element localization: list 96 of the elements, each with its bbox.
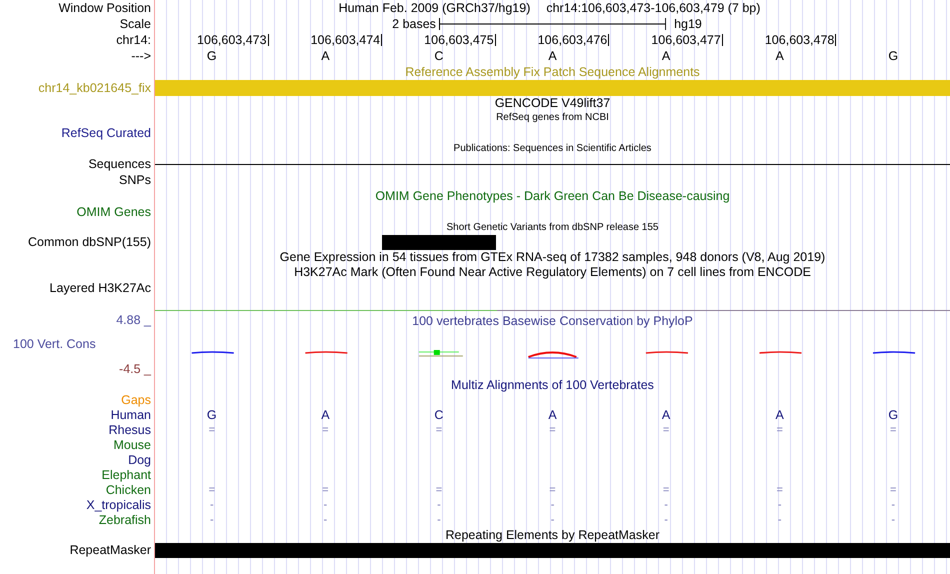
- feature-block[interactable]: [155, 543, 269, 558]
- alignment-base: A: [776, 409, 784, 422]
- species-label[interactable]: X_tropicalis: [86, 499, 151, 512]
- alignment-base: -: [891, 500, 896, 511]
- track-label[interactable]: RepeatMasker: [70, 544, 151, 557]
- position-tick-label: 106,603,478: [764, 34, 836, 46]
- ruler-tick: [494, 34, 496, 46]
- track-title: H3K27Ac Mark (Often Found Near Active Regulatory Elements) on 7 cell lines from ENCODE: [294, 266, 811, 279]
- species-label[interactable]: Mouse: [113, 439, 151, 452]
- alignment-base: =: [549, 485, 556, 496]
- alignment-base: -: [891, 515, 896, 526]
- alignment-base: -: [550, 515, 554, 526]
- position-tick-label: 106,603,476: [538, 34, 608, 46]
- alignment-base: A: [548, 409, 557, 422]
- strand-arrow: --->: [131, 50, 151, 62]
- alignment-base: =: [208, 425, 215, 436]
- alignment-base: G: [206, 409, 217, 422]
- ruler-tick: [722, 34, 723, 46]
- feature-block[interactable]: [836, 543, 950, 558]
- species-label[interactable]: Elephant: [102, 469, 151, 482]
- reference-base: A: [548, 50, 557, 62]
- feature-block[interactable]: [836, 80, 950, 96]
- track-title: GENCODE V49lift37: [494, 97, 610, 110]
- feature-block[interactable]: [155, 80, 269, 96]
- track-title: Reference Assembly Fix Patch Sequence Alignments: [405, 66, 700, 78]
- reference-base: G: [206, 50, 217, 62]
- assembly-name: Human Feb. 2009 (GRCh37/hg19): [338, 2, 530, 14]
- alignment-base: =: [776, 485, 783, 496]
- alignment-base: =: [208, 485, 215, 496]
- reference-base: G: [888, 50, 898, 62]
- track-title: 100 vertebrates Basewise Conservation by PhyloP: [412, 315, 693, 328]
- alignment-base: =: [436, 425, 442, 436]
- track-title: Multiz Alignments of 100 Vertebrates: [451, 379, 654, 392]
- track-title: OMIM Gene Phenotypes - Dark Green Can Be Disease-causing: [375, 190, 730, 203]
- alignment-base: =: [549, 425, 556, 436]
- position-range: chr14:106,603,473-106,603,479 (7 bp): [546, 2, 760, 14]
- track-label[interactable]: Common dbSNP(155): [28, 236, 151, 249]
- alignment-base: =: [890, 485, 896, 496]
- alignment-base: -: [437, 515, 441, 526]
- alignment-base: -: [324, 515, 328, 526]
- species-label[interactable]: Zebrafish: [98, 514, 151, 527]
- track-label[interactable]: Sequences: [88, 158, 151, 170]
- row-label: Scale: [120, 18, 151, 30]
- position-tick-label: 106,603,477: [651, 34, 722, 46]
- alignment-base: -: [210, 515, 214, 526]
- alignment-base: =: [322, 425, 329, 436]
- axis-min-label: -4.5 _: [119, 363, 152, 376]
- ruler-tick: [835, 34, 836, 46]
- alignment-base: C: [434, 409, 444, 422]
- track-title: Short Genetic Variants from dbSNP release 155: [446, 222, 658, 232]
- alignment-base: -: [324, 500, 328, 511]
- track-label[interactable]: 100 Vert. Cons: [0, 338, 96, 350]
- row-label: Window Position: [58, 2, 151, 14]
- alignment-base: A: [321, 409, 330, 422]
- track-label[interactable]: RefSeq Curated: [61, 126, 151, 140]
- track-title: Gene Expression in 54 tissues from GTEx RNA-seq of 17382 samples, 948 donors (V8, Aug 2019): [280, 251, 826, 264]
- alignment-base: -: [664, 515, 668, 526]
- alignment-base: =: [322, 485, 329, 496]
- position-tick-label: 106,603,473: [197, 34, 268, 46]
- track-label[interactable]: Layered H3K27Ac: [50, 282, 151, 294]
- alignment-base: -: [778, 500, 782, 511]
- position-tick-label: 106,603,474: [310, 34, 382, 46]
- ruler-tick: [608, 34, 610, 46]
- scale-assembly: hg19: [673, 18, 702, 30]
- axis-max-label: 4.88 _: [116, 314, 152, 326]
- position-tick-label: 106,603,475: [424, 34, 495, 46]
- track-title: RefSeq genes from NCBI: [496, 112, 609, 122]
- alignment-base: =: [662, 485, 670, 496]
- alignment-base: G: [888, 409, 898, 422]
- reference-base: A: [662, 50, 670, 62]
- scale-length: 2 bases: [392, 18, 437, 30]
- feature-block[interactable]: [382, 235, 496, 250]
- track-label[interactable]: SNPs: [119, 174, 151, 186]
- alignment-base: -: [778, 515, 782, 526]
- alignment-base: =: [776, 425, 783, 436]
- reference-base: A: [321, 50, 330, 62]
- alignment-base: A: [662, 409, 670, 422]
- track-title: Publications: Sequences in Scientific Articles: [454, 144, 652, 154]
- track-title: Repeating Elements by RepeatMasker: [445, 529, 660, 542]
- ruler-tick: [381, 34, 382, 46]
- alignment-base: =: [890, 425, 896, 436]
- alignment-base: -: [437, 500, 441, 511]
- alignment-base: -: [550, 500, 554, 511]
- alignment-base: -: [664, 500, 668, 511]
- species-label[interactable]: Chicken: [106, 484, 151, 497]
- ruler-tick: [268, 34, 269, 46]
- species-label[interactable]: Dog: [128, 454, 151, 467]
- species-label[interactable]: Human: [110, 409, 151, 422]
- alignment-base: =: [436, 485, 442, 496]
- alignment-base: =: [662, 425, 670, 436]
- track-label[interactable]: OMIM Genes: [76, 206, 151, 219]
- reference-base: C: [434, 50, 444, 62]
- alignment-base: -: [210, 500, 214, 511]
- row-label: chr14:: [116, 34, 151, 46]
- reference-base: A: [776, 50, 784, 62]
- species-label[interactable]: Rhesus: [108, 424, 151, 437]
